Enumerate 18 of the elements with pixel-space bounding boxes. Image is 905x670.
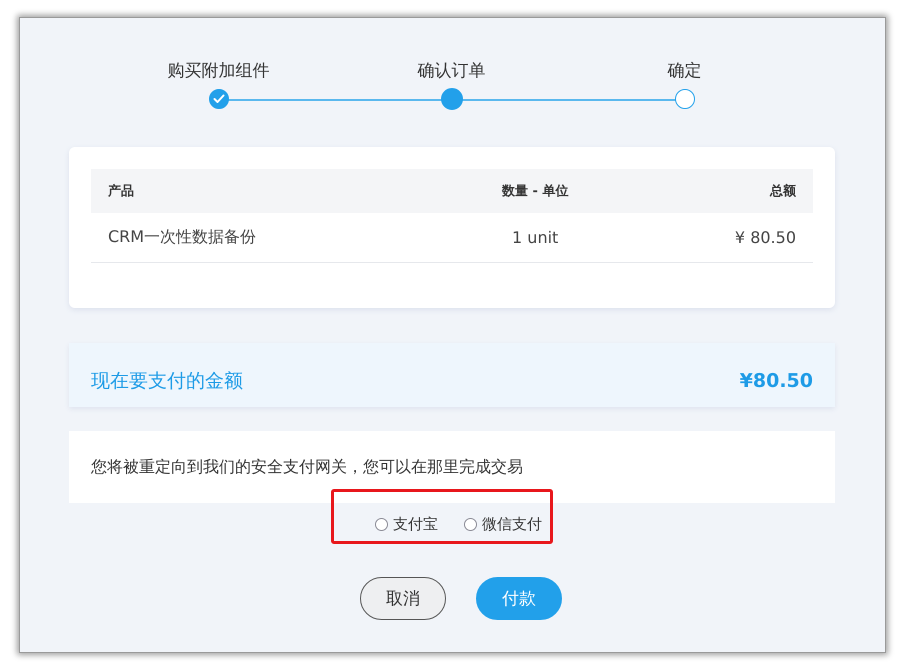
column-header: 数量 - 单位	[439, 169, 632, 213]
table-cell: ¥ 80.50	[631, 213, 813, 262]
column-header: 总额	[631, 169, 813, 213]
payment-option[interactable]: 支付宝	[393, 514, 438, 534]
column-header: 产品	[91, 169, 440, 213]
check-icon	[212, 94, 224, 104]
step-label: 确定	[668, 60, 702, 83]
redirect-notice: 您将被重定向到我们的安全支付网关，您可以在那里完成交易	[91, 456, 523, 478]
cancel-button[interactable]: 取消	[360, 577, 446, 620]
payment-option[interactable]: 微信支付	[482, 514, 542, 534]
table-cell: CRM一次性数据备份	[91, 213, 440, 262]
amount-value: ¥80.50	[740, 370, 813, 392]
step-label: 确认订单	[418, 60, 486, 83]
step-label: 购买附加组件	[168, 60, 270, 83]
amount-label: 现在要支付的金额	[91, 369, 243, 394]
radio-button[interactable]	[464, 518, 477, 530]
table-cell: 1 unit	[439, 213, 632, 262]
radio-button[interactable]	[375, 518, 388, 530]
